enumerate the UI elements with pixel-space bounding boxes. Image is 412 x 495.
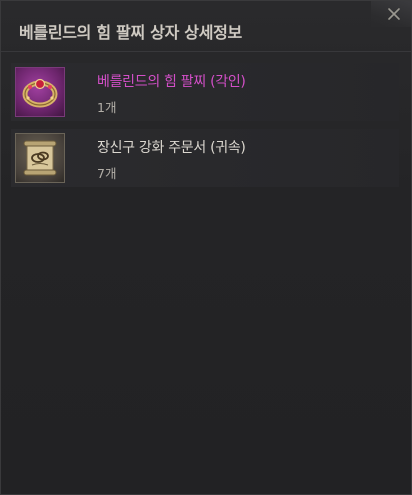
item-name: 장신구 강화 주문서 (귀속) (97, 140, 246, 156)
bracelet-icon[interactable] (15, 67, 65, 117)
item-row-bracelet[interactable]: 베를린드의 힘 팔찌 (각인) 1개 (11, 63, 399, 121)
window-title: 베를린드의 힘 팔찌 상자 상세정보 (19, 23, 242, 42)
item-quantity: 1개 (97, 100, 117, 115)
title-divider (1, 51, 411, 52)
item-row-scroll[interactable]: 장신구 강화 주문서 (귀속) 7개 (11, 129, 399, 187)
item-name: 베를린드의 힘 팔찌 (각인) (97, 74, 246, 90)
enhancement-scroll-icon[interactable] (15, 133, 65, 183)
close-icon (388, 8, 400, 20)
close-button[interactable] (383, 3, 405, 25)
item-quantity: 7개 (97, 166, 117, 181)
box-details-window: 베를린드의 힘 팔찌 상자 상세정보 베를린드의 힘 팔찌 (각인) 1개 장신… (0, 0, 412, 495)
